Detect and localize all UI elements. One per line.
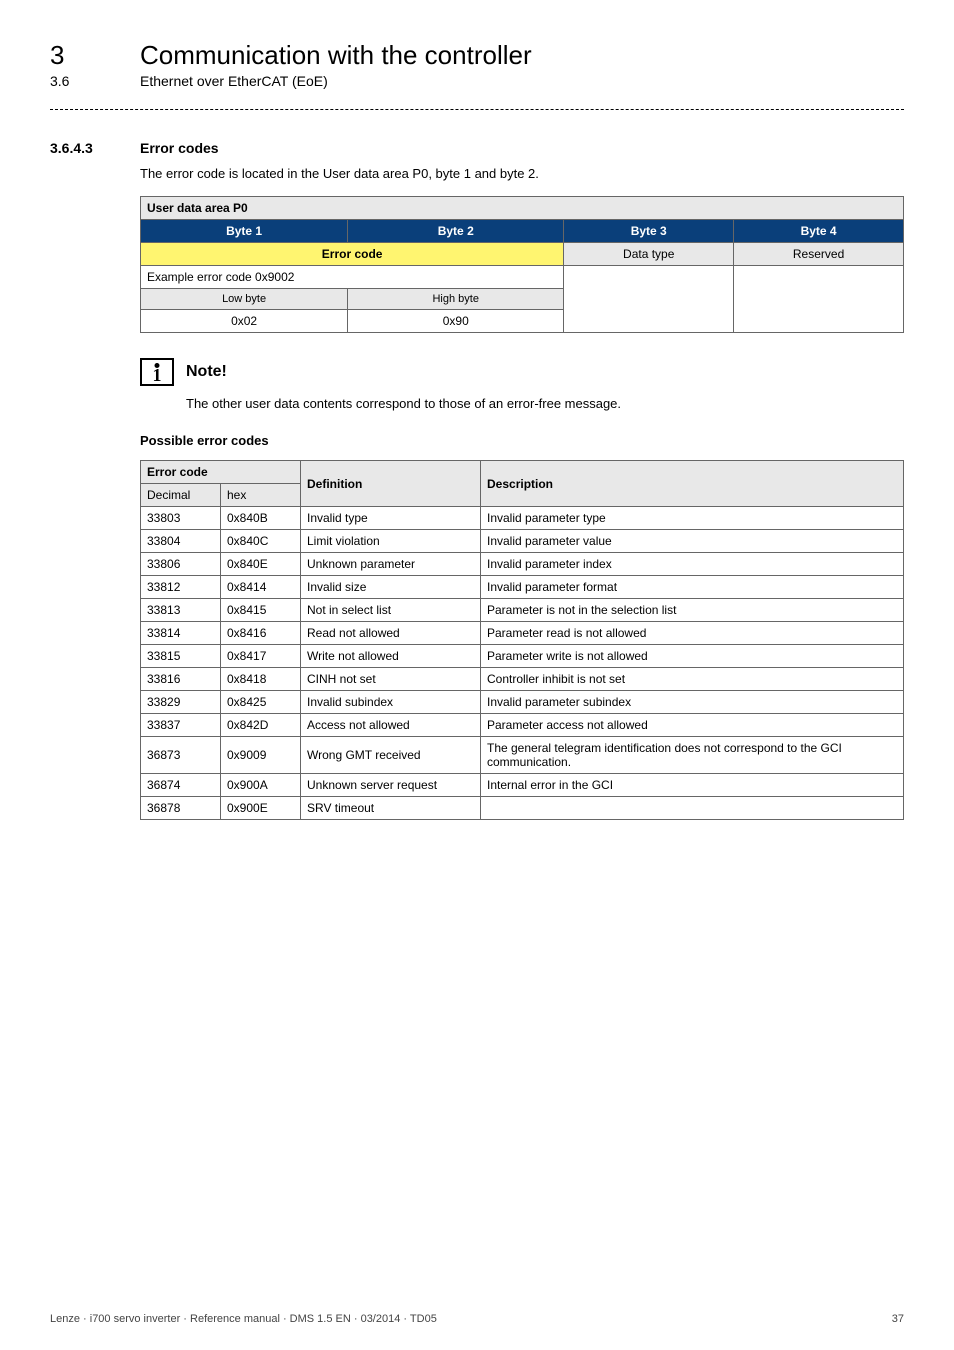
cell-definition: Limit violation — [301, 530, 481, 553]
cell-definition: Unknown server request — [301, 774, 481, 797]
cell-hex: 0x840E — [221, 553, 301, 576]
reserved-cell: Reserved — [734, 243, 904, 266]
byte4-header: Byte 4 — [734, 220, 904, 243]
cell-hex: 0x900E — [221, 797, 301, 820]
cell-description: Invalid parameter type — [481, 507, 904, 530]
table-row: 368730x9009Wrong GMT receivedThe general… — [141, 737, 904, 774]
cell-decimal: 33829 — [141, 691, 221, 714]
error-codes-table: Error code Definition Description Decima… — [140, 460, 904, 820]
cell-decimal: 36874 — [141, 774, 221, 797]
low-byte-label: Low byte — [141, 289, 348, 310]
col-definition: Definition — [301, 461, 481, 507]
cell-description: The general telegram identification does… — [481, 737, 904, 774]
cell-definition: Unknown parameter — [301, 553, 481, 576]
cell-hex: 0x8415 — [221, 599, 301, 622]
cell-definition: Invalid type — [301, 507, 481, 530]
byte1-header: Byte 1 — [141, 220, 348, 243]
col-description: Description — [481, 461, 904, 507]
section-number: 3.6.4.3 — [50, 140, 140, 156]
info-icon: 1 — [140, 358, 174, 386]
byte3-header: Byte 3 — [564, 220, 734, 243]
error-code-cell: Error code — [141, 243, 564, 266]
cell-description: Parameter read is not allowed — [481, 622, 904, 645]
cell-decimal: 36873 — [141, 737, 221, 774]
data-type-cell: Data type — [564, 243, 734, 266]
table-row: 368740x900AUnknown server requestInterna… — [141, 774, 904, 797]
cell-hex: 0x8416 — [221, 622, 301, 645]
table-row: 338030x840BInvalid typeInvalid parameter… — [141, 507, 904, 530]
cell-description: Parameter access not allowed — [481, 714, 904, 737]
cell-decimal: 33803 — [141, 507, 221, 530]
cell-hex: 0x8425 — [221, 691, 301, 714]
cell-decimal: 33806 — [141, 553, 221, 576]
high-byte-value: 0x90 — [348, 310, 564, 333]
cell-definition: Wrong GMT received — [301, 737, 481, 774]
cell-description: Controller inhibit is not set — [481, 668, 904, 691]
cell-description: Invalid parameter index — [481, 553, 904, 576]
table-row: 338040x840CLimit violationInvalid parame… — [141, 530, 904, 553]
cell-definition: Invalid subindex — [301, 691, 481, 714]
cell-description: Parameter write is not allowed — [481, 645, 904, 668]
cell-decimal: 33812 — [141, 576, 221, 599]
col-error-code: Error code — [141, 461, 301, 484]
table-row: 338130x8415Not in select listParameter i… — [141, 599, 904, 622]
footer-left: Lenze · i700 servo inverter · Reference … — [50, 1313, 437, 1325]
user-data-table: User data area P0 Byte 1 Byte 2 Byte 3 B… — [140, 196, 904, 333]
col-decimal: Decimal — [141, 484, 221, 507]
cell-definition: Invalid size — [301, 576, 481, 599]
cell-description — [481, 797, 904, 820]
cell-decimal: 33816 — [141, 668, 221, 691]
table-row: 338140x8416Read not allowedParameter rea… — [141, 622, 904, 645]
chapter-title: Communication with the controller — [140, 40, 532, 71]
cell-decimal: 33814 — [141, 622, 221, 645]
cell-description: Invalid parameter format — [481, 576, 904, 599]
subsection-number: 3.6 — [50, 73, 140, 89]
table-row: 338150x8417Write not allowedParameter wr… — [141, 645, 904, 668]
low-byte-value: 0x02 — [141, 310, 348, 333]
cell-decimal: 33804 — [141, 530, 221, 553]
table-row: 338290x8425Invalid subindexInvalid param… — [141, 691, 904, 714]
cell-description: Internal error in the GCI — [481, 774, 904, 797]
cell-description: Invalid parameter subindex — [481, 691, 904, 714]
col-hex: hex — [221, 484, 301, 507]
cell-hex: 0x8418 — [221, 668, 301, 691]
table1-title: User data area P0 — [141, 197, 904, 220]
cell-hex: 0x840C — [221, 530, 301, 553]
cell-decimal: 36878 — [141, 797, 221, 820]
high-byte-label: High byte — [348, 289, 564, 310]
chapter-number: 3 — [50, 40, 140, 71]
table-row: 338060x840EUnknown parameterInvalid para… — [141, 553, 904, 576]
intro-text: The error code is located in the User da… — [140, 166, 904, 181]
cell-definition: Read not allowed — [301, 622, 481, 645]
cell-hex: 0x8414 — [221, 576, 301, 599]
table-row: 338160x8418CINH not setController inhibi… — [141, 668, 904, 691]
section-title: Error codes — [140, 140, 219, 156]
table-row: 368780x900ESRV timeout — [141, 797, 904, 820]
cell-hex: 0x8417 — [221, 645, 301, 668]
cell-hex: 0x9009 — [221, 737, 301, 774]
cell-definition: Write not allowed — [301, 645, 481, 668]
cell-description: Parameter is not in the selection list — [481, 599, 904, 622]
possible-error-codes-heading: Possible error codes — [140, 433, 904, 448]
divider — [50, 109, 904, 110]
cell-decimal: 33837 — [141, 714, 221, 737]
cell-hex: 0x842D — [221, 714, 301, 737]
cell-hex: 0x840B — [221, 507, 301, 530]
cell-definition: CINH not set — [301, 668, 481, 691]
table-row: 338370x842DAccess not allowedParameter a… — [141, 714, 904, 737]
cell-hex: 0x900A — [221, 774, 301, 797]
subsection-title: Ethernet over EtherCAT (EoE) — [140, 73, 328, 89]
page-number: 37 — [892, 1313, 904, 1325]
byte2-header: Byte 2 — [348, 220, 564, 243]
note-label: Note! — [186, 363, 227, 381]
cell-definition: Access not allowed — [301, 714, 481, 737]
table-row: 338120x8414Invalid sizeInvalid parameter… — [141, 576, 904, 599]
cell-description: Invalid parameter value — [481, 530, 904, 553]
cell-definition: SRV timeout — [301, 797, 481, 820]
cell-definition: Not in select list — [301, 599, 481, 622]
cell-decimal: 33813 — [141, 599, 221, 622]
example-label: Example error code 0x9002 — [141, 266, 564, 289]
note-text: The other user data contents correspond … — [186, 396, 904, 411]
cell-decimal: 33815 — [141, 645, 221, 668]
